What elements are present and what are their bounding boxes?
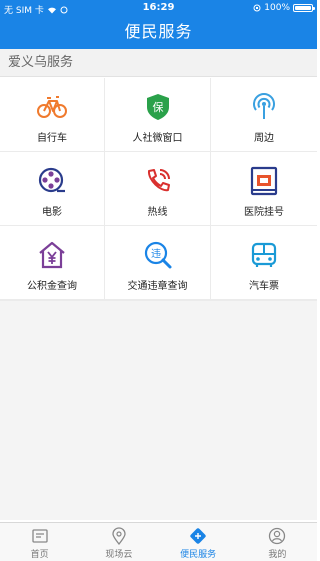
battery-icon bbox=[293, 4, 315, 12]
film-reel-icon bbox=[38, 167, 65, 193]
tab-home[interactable]: 首页 bbox=[0, 523, 79, 561]
top-bar: 无 SIM 卡 16:29 100% 便民服务 bbox=[0, 0, 317, 49]
tab-profile[interactable]: 我的 bbox=[238, 523, 317, 561]
violation-search-icon: 违 bbox=[144, 241, 171, 269]
tab-bar: 首页 现场云 便民服务 我的 bbox=[0, 522, 317, 561]
svg-text:保: 保 bbox=[152, 100, 163, 114]
service-label: 汽车票 bbox=[249, 281, 279, 292]
hospital-icon bbox=[250, 166, 278, 196]
service-label: 电影 bbox=[42, 207, 62, 218]
tab-label: 我的 bbox=[268, 550, 287, 560]
house-yen-icon bbox=[39, 241, 65, 269]
service-label: 热线 bbox=[147, 207, 168, 218]
service-hospital[interactable]: 医院挂号 bbox=[211, 152, 317, 226]
service-label: 人社微窗口 bbox=[132, 133, 183, 144]
profile-icon bbox=[269, 527, 286, 545]
tab-services[interactable]: 便民服务 bbox=[159, 523, 238, 561]
service-nearby[interactable]: 周边 bbox=[211, 78, 317, 152]
service-housing-fund[interactable]: 公积金查询 bbox=[0, 226, 105, 300]
signal-pin-icon bbox=[253, 93, 275, 119]
shield-bao-icon: 保 bbox=[146, 94, 169, 120]
section-header: 爱义乌服务 bbox=[0, 49, 317, 77]
services-icon bbox=[190, 528, 206, 544]
screen: 无 SIM 卡 16:29 100% 便民服务 爱义乌服务 自行车 保 人社微窗… bbox=[0, 0, 317, 561]
location-icon bbox=[112, 527, 126, 545]
phone-icon bbox=[147, 169, 170, 192]
status-bar: 无 SIM 卡 16:29 100% bbox=[0, 0, 317, 16]
svg-text:违: 违 bbox=[151, 248, 161, 260]
service-movie[interactable]: 电影 bbox=[0, 152, 105, 226]
tab-live-cloud[interactable]: 现场云 bbox=[79, 523, 158, 561]
content-background bbox=[0, 300, 317, 520]
service-hotline[interactable]: 热线 bbox=[105, 152, 211, 226]
service-label: 医院挂号 bbox=[244, 207, 284, 218]
page-title: 便民服务 bbox=[124, 22, 193, 41]
services-grid: 自行车 保 人社微窗口 周边 电影 热线 医院挂号 公积金查询 违 交通违章查询… bbox=[0, 78, 317, 300]
service-label: 公积金查询 bbox=[27, 281, 77, 292]
tab-label: 现场云 bbox=[105, 550, 133, 560]
service-bicycle[interactable]: 自行车 bbox=[0, 78, 105, 152]
tab-label: 首页 bbox=[30, 550, 49, 560]
service-label: 交通违章查询 bbox=[127, 281, 188, 292]
bus-icon bbox=[251, 242, 277, 267]
service-label: 周边 bbox=[254, 133, 274, 144]
service-bus-ticket[interactable]: 汽车票 bbox=[211, 226, 317, 300]
home-icon bbox=[31, 529, 48, 543]
battery-percent: 100% bbox=[264, 3, 290, 13]
tab-label: 便民服务 bbox=[180, 550, 217, 560]
service-social-security[interactable]: 保 人社微窗口 bbox=[105, 78, 211, 152]
bicycle-icon bbox=[37, 96, 67, 118]
lock-rotation-icon bbox=[253, 4, 261, 12]
service-traffic-violation[interactable]: 违 交通违章查询 bbox=[105, 226, 211, 300]
status-right: 100% bbox=[253, 3, 315, 13]
service-label: 自行车 bbox=[37, 133, 67, 144]
